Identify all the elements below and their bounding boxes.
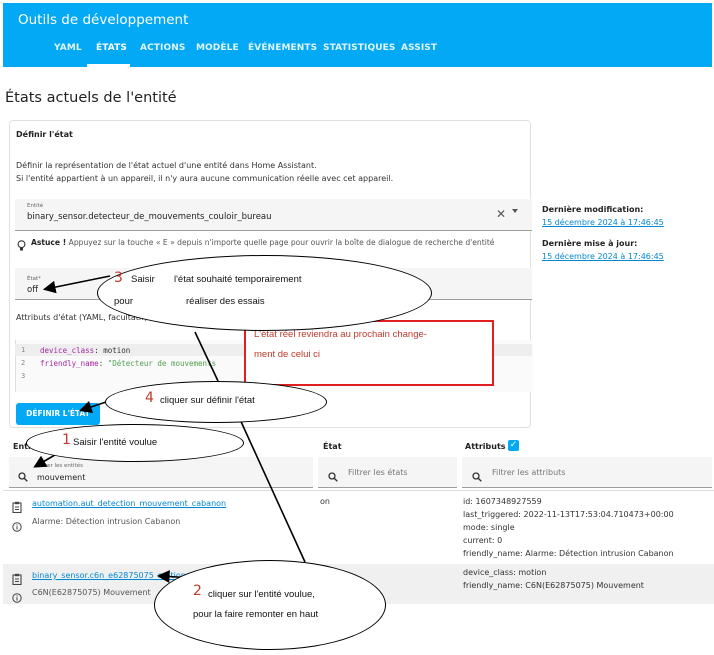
note-line-2: ment de celui ci xyxy=(254,349,321,360)
callout-3-text: Saisir xyxy=(131,274,155,285)
callout-3-text: pour xyxy=(114,296,134,307)
callout-2-text: pour la faire remonter en haut xyxy=(193,609,319,620)
callout-1-text: Saisir l'entité voulue xyxy=(73,437,158,448)
callout-3-number: 3 xyxy=(114,270,123,286)
callout-3-text: l'état souhaité temporairement xyxy=(174,274,302,285)
callout-4-text: cliquer sur définir l'état xyxy=(160,395,255,406)
callout-3 xyxy=(97,255,432,331)
callout-2-number: 2 xyxy=(193,583,202,599)
callout-2-text: cliquer sur l'entité voulue, xyxy=(208,589,315,600)
callout-2 xyxy=(154,560,386,650)
callout-4-number: 4 xyxy=(145,390,154,406)
callout-1-number: 1 xyxy=(62,432,71,448)
callout-3-text: réaliser des essais xyxy=(186,296,265,307)
